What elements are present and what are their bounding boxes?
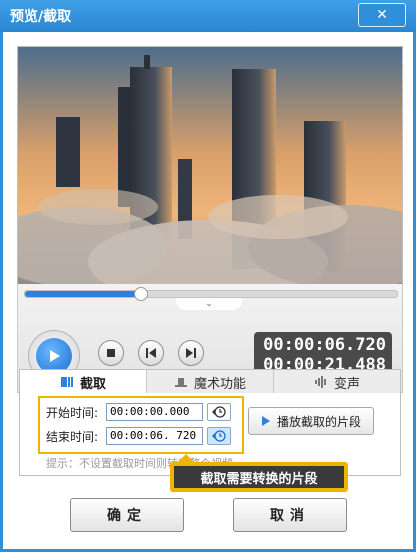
step-forward-icon	[186, 348, 196, 358]
tab-magic[interactable]: 魔术功能	[147, 370, 274, 394]
voice-wave-icon	[314, 376, 326, 388]
stop-icon	[107, 349, 115, 357]
tooltip-arrow	[178, 454, 194, 462]
tab-voice-label: 变声	[333, 376, 360, 392]
video-frame-image	[18, 47, 402, 285]
step-back-icon	[146, 348, 156, 358]
dialog-window: 预览/截取 ✕ ⌄ 00:00:06.720 00:00:21.488 截取 魔…	[0, 0, 416, 552]
tab-clip-label: 截取	[79, 376, 106, 392]
tab-voice[interactable]: 变声	[274, 370, 400, 394]
title-bar[interactable]: 预览/截取 ✕	[0, 0, 416, 32]
tab-clip[interactable]: 截取	[20, 370, 147, 394]
play-icon	[261, 416, 270, 426]
start-time-label: 开始时间:	[46, 405, 99, 420]
start-time-input[interactable]: 00:00:00.000	[106, 403, 203, 421]
prev-frame-button[interactable]	[138, 340, 164, 366]
set-start-button[interactable]	[207, 403, 231, 421]
tab-bar: 截取 魔术功能 变声	[19, 369, 401, 395]
next-frame-button[interactable]	[178, 340, 204, 366]
close-icon: ✕	[376, 7, 388, 23]
cancel-button[interactable]: 取消	[233, 498, 347, 532]
dialog-body: ⌄ 00:00:06.720 00:00:21.488 截取 魔术功能 变声 开…	[3, 32, 413, 549]
tooltip-text: 截取需要转换的片段	[174, 466, 344, 488]
seek-bar[interactable]	[24, 287, 398, 301]
seek-progress	[25, 291, 141, 297]
close-button[interactable]: ✕	[358, 3, 406, 27]
end-time-label: 结束时间:	[46, 429, 99, 444]
play-icon	[50, 350, 60, 362]
video-preview[interactable]	[17, 46, 403, 286]
seek-handle[interactable]	[134, 287, 149, 301]
tab-magic-label: 魔术功能	[193, 376, 246, 392]
current-time: 00:00:06.720	[263, 335, 386, 355]
magic-hat-icon	[174, 378, 187, 387]
clip-icon	[60, 377, 73, 387]
chevron-down-icon: ⌄	[205, 299, 213, 309]
play-clip-button[interactable]: 播放截取的片段	[248, 407, 374, 435]
end-time-input[interactable]: 00:00:06. 720	[106, 427, 203, 445]
stop-button[interactable]	[98, 340, 124, 366]
ok-button[interactable]: 确定	[70, 498, 184, 532]
play-clip-label: 播放截取的片段	[276, 414, 361, 429]
collapse-toggle[interactable]: ⌄	[176, 298, 242, 310]
set-end-button[interactable]	[207, 427, 231, 445]
window-title: 预览/截取	[10, 9, 72, 25]
tooltip: 截取需要转换的片段	[170, 454, 348, 492]
start-time-row: 开始时间: 00:00:00.000	[46, 403, 231, 421]
clock-set-icon	[212, 406, 226, 418]
end-time-row: 结束时间: 00:00:06. 720	[46, 427, 231, 445]
clip-time-group: 开始时间: 00:00:00.000 结束时间: 00:00:06. 720	[38, 396, 244, 454]
clock-set-icon	[212, 430, 226, 442]
